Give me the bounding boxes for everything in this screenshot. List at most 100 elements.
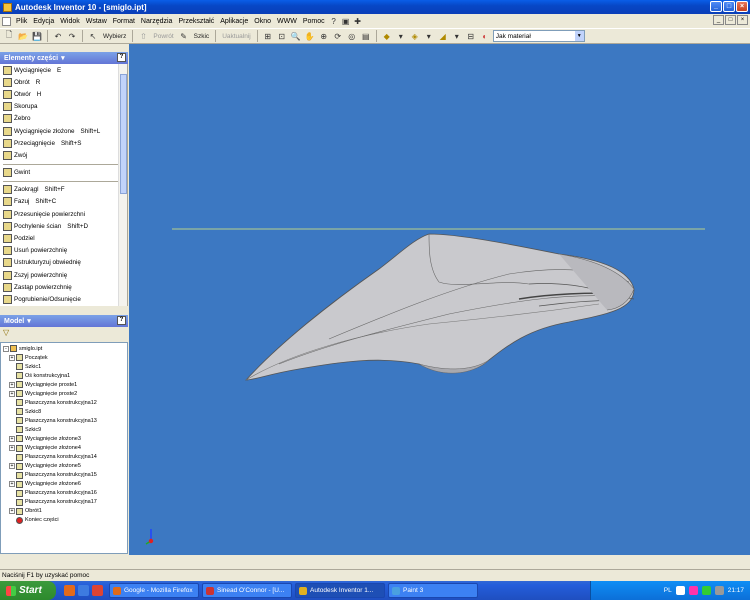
- inventor-logo-icon[interactable]: ▣: [340, 15, 352, 27]
- maximize-button[interactable]: □: [723, 1, 735, 12]
- display-dropdown-icon[interactable]: ▾: [395, 30, 407, 42]
- model-panel-header[interactable]: Model ▾ ?: [0, 315, 128, 327]
- tree-node[interactable]: + Wyciągnięcie złożone6: [1, 480, 127, 489]
- sketch-button[interactable]: Szkic: [192, 33, 212, 40]
- tree-node[interactable]: + Wyciągnięcie proste1: [1, 380, 127, 389]
- feature-command-item[interactable]: Pogrubienie/Odsunięcie: [0, 293, 127, 305]
- camera-icon[interactable]: ▤: [360, 30, 372, 42]
- graphics-viewport[interactable]: [129, 44, 750, 555]
- return-icon[interactable]: ⇧: [137, 30, 149, 42]
- tray-icon[interactable]: [675, 586, 685, 595]
- tree-node[interactable]: + Wyciągnięcie złożone5: [1, 462, 127, 471]
- language-indicator[interactable]: PL: [664, 587, 672, 594]
- select-button[interactable]: Wybierz: [101, 33, 128, 40]
- minimize-button[interactable]: _: [710, 1, 722, 12]
- plus-icon[interactable]: ✚: [352, 15, 364, 27]
- chevron-down-icon[interactable]: ▼: [574, 31, 584, 41]
- return-button[interactable]: Powrót: [151, 33, 175, 40]
- document-icon[interactable]: [2, 16, 11, 26]
- features-scrollbar[interactable]: [118, 64, 127, 306]
- close-button[interactable]: ×: [736, 1, 748, 12]
- menu-window[interactable]: Okno: [251, 18, 274, 25]
- feature-command-item[interactable]: Zaokrągl Shift+F: [0, 184, 127, 196]
- new-icon[interactable]: 🗋: [3, 30, 15, 42]
- tree-expander[interactable]: +: [9, 381, 15, 388]
- features-help-button[interactable]: ?: [117, 53, 126, 62]
- doc-close-button[interactable]: ×: [737, 15, 748, 25]
- undo-icon[interactable]: ↶: [52, 30, 64, 42]
- select-icon[interactable]: ↖: [87, 30, 99, 42]
- menu-edit[interactable]: Edycja: [30, 18, 57, 25]
- feature-command-item[interactable]: Wyciągnięcie E: [0, 64, 127, 76]
- pan-icon[interactable]: ✋: [304, 30, 316, 42]
- menu-tools[interactable]: Narzędzia: [138, 18, 176, 25]
- tree-node[interactable]: Płaszczyzna konstrukcyjna15: [1, 471, 127, 480]
- tree-expander[interactable]: +: [9, 445, 15, 452]
- filter-icon[interactable]: ▽: [3, 328, 9, 337]
- tree-node[interactable]: + Początek: [1, 353, 127, 362]
- tree-node[interactable]: Koniec części: [1, 516, 127, 525]
- media-icon[interactable]: [92, 585, 103, 596]
- shadow-dropdown-icon[interactable]: ▾: [451, 30, 463, 42]
- tree-expander[interactable]: +: [9, 390, 15, 397]
- zoom-all-icon[interactable]: ⊞: [262, 30, 274, 42]
- feature-command-item[interactable]: Fazuj Shift+C: [0, 196, 127, 208]
- tree-node[interactable]: + Wyciągnięcie proste2: [1, 389, 127, 398]
- feature-command-item[interactable]: Przesunięcie powierzchni: [0, 208, 127, 220]
- tree-expander[interactable]: +: [9, 354, 15, 361]
- zoom-icon[interactable]: 🔍: [290, 30, 302, 42]
- section-icon[interactable]: ⊟: [465, 30, 477, 42]
- rotate-icon[interactable]: ⟳: [332, 30, 344, 42]
- feature-command-item[interactable]: Zszyj powierzchnię: [0, 269, 127, 281]
- tree-node[interactable]: Płaszczyzna konstrukcyjna17: [1, 498, 127, 507]
- tree-node[interactable]: Płaszczyzna konstrukcyjna16: [1, 489, 127, 498]
- menu-convert[interactable]: Przekształć: [175, 18, 217, 25]
- chevron-down-icon[interactable]: ▾: [27, 317, 31, 325]
- tree-node[interactable]: + Wyciągnięcie złożone4: [1, 444, 127, 453]
- doc-minimize-button[interactable]: _: [713, 15, 724, 25]
- menu-applications[interactable]: Aplikacje: [217, 18, 251, 25]
- taskbar-button[interactable]: Paint 3: [388, 583, 478, 598]
- chevron-down-icon[interactable]: ▾: [61, 54, 65, 62]
- zoom-selected-icon[interactable]: ⊕: [318, 30, 330, 42]
- menu-format[interactable]: Format: [110, 18, 138, 25]
- tray-icon[interactable]: [701, 586, 711, 595]
- tree-node[interactable]: Szkic1: [1, 362, 127, 371]
- tree-expander[interactable]: +: [9, 481, 15, 488]
- update-button[interactable]: Uaktualnij: [220, 33, 253, 40]
- tree-node[interactable]: - smiglo.ipt: [1, 344, 127, 353]
- color-wheel-icon[interactable]: ◐: [479, 30, 491, 42]
- feature-command-item[interactable]: Zastąp powierzchnię: [0, 281, 127, 293]
- tree-node[interactable]: + Obrót1: [1, 507, 127, 516]
- feature-command-item[interactable]: Skorupa: [0, 101, 127, 113]
- taskbar-button[interactable]: Google - Mozilla Firefox: [109, 583, 199, 598]
- tree-expander[interactable]: +: [9, 508, 15, 515]
- tree-expander[interactable]: -: [3, 345, 9, 352]
- feature-command-item[interactable]: Żebro: [0, 113, 127, 125]
- save-icon[interactable]: 💾: [31, 30, 43, 42]
- feature-command-item[interactable]: Usuń powierzchnię: [0, 245, 127, 257]
- color-select[interactable]: Jak materiał ▼: [492, 30, 585, 42]
- tree-node[interactable]: Płaszczyzna konstrukcyjna12: [1, 398, 127, 407]
- menu-help[interactable]: Pomoc: [300, 18, 328, 25]
- tree-node[interactable]: Oś konstrukcyjna1: [1, 371, 127, 380]
- feature-command-item[interactable]: Zwój: [0, 149, 127, 161]
- menu-view[interactable]: Widok: [57, 18, 82, 25]
- tree-node[interactable]: + Wyciągnięcie złożone3: [1, 434, 127, 443]
- shaded-display-icon[interactable]: ◆: [381, 30, 393, 42]
- feature-command-item[interactable]: Przeciągnięcie Shift+S: [0, 137, 127, 149]
- tree-expander[interactable]: +: [9, 435, 15, 442]
- model-help-button[interactable]: ?: [117, 316, 126, 325]
- clock[interactable]: 21:17: [728, 587, 744, 594]
- help-icon[interactable]: ?: [328, 15, 340, 27]
- doc-restore-button[interactable]: □: [725, 15, 736, 25]
- tree-node[interactable]: Szkic9: [1, 425, 127, 434]
- menu-web[interactable]: WWW: [274, 18, 300, 25]
- feature-command-item[interactable]: Gwint: [0, 167, 127, 179]
- features-panel-header[interactable]: Elementy części ▾ ?: [0, 52, 128, 64]
- shadow-icon[interactable]: ◢: [437, 30, 449, 42]
- feature-command-item[interactable]: Ustrukturyzuj obwiednię: [0, 257, 127, 269]
- zoom-window-icon[interactable]: ⊡: [276, 30, 288, 42]
- feature-command-item[interactable]: Pochylenie ścian Shift+D: [0, 220, 127, 232]
- look-at-icon[interactable]: ◎: [346, 30, 358, 42]
